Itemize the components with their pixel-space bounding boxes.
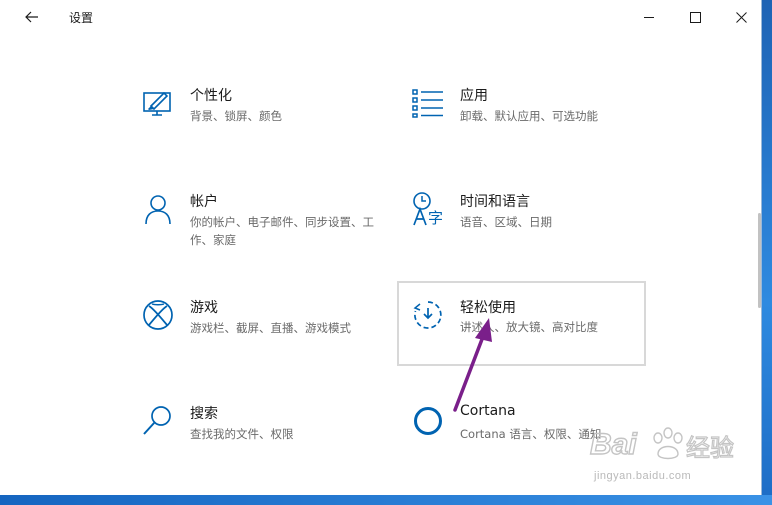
personalization-icon bbox=[140, 85, 176, 121]
settings-window: 设置 个性化 背景、锁屏、颜色 应用 卸载、默认应用、可选功能 帐户 你的帐户、… bbox=[0, 0, 762, 495]
category-description: Cortana 语言、权限、通知 bbox=[460, 427, 602, 441]
time-language-icon: 字 bbox=[410, 191, 446, 227]
ease-of-access-icon bbox=[410, 297, 446, 333]
category-description: 你的帐户、电子邮件、同步设置、工作、家庭 bbox=[190, 215, 374, 247]
category-gaming[interactable]: 游戏 游戏栏、截屏、直播、游戏模式 bbox=[140, 297, 388, 381]
category-apps[interactable]: 应用 卸载、默认应用、可选功能 bbox=[410, 85, 658, 169]
category-accounts[interactable]: 帐户 你的帐户、电子邮件、同步设置、工作、家庭 bbox=[140, 191, 388, 275]
search-icon bbox=[140, 403, 176, 439]
category-name: 轻松使用 bbox=[460, 300, 516, 316]
category-description: 查找我的文件、权限 bbox=[190, 427, 294, 441]
close-button[interactable] bbox=[718, 0, 764, 34]
window-title: 设置 bbox=[69, 11, 94, 25]
minimize-icon bbox=[643, 16, 654, 18]
category-name: 个性化 bbox=[190, 88, 232, 104]
taskbar-edge bbox=[0, 495, 772, 505]
desktop-background bbox=[762, 0, 772, 505]
scrollbar-thumb[interactable] bbox=[758, 213, 761, 308]
category-description: 背景、锁屏、颜色 bbox=[190, 109, 282, 123]
category-name: 时间和语言 bbox=[460, 194, 530, 210]
cortana-icon bbox=[410, 403, 446, 439]
category-description: 卸载、默认应用、可选功能 bbox=[460, 109, 598, 123]
category-name: 游戏 bbox=[190, 300, 218, 316]
apps-icon bbox=[410, 85, 446, 121]
close-icon bbox=[735, 11, 747, 23]
title-bar: 设置 bbox=[0, 0, 762, 34]
category-description: 语音、区域、日期 bbox=[460, 215, 552, 229]
category-name: Cortana bbox=[460, 403, 516, 419]
back-arrow-icon bbox=[25, 11, 38, 23]
maximize-button[interactable] bbox=[672, 0, 718, 34]
category-ease-of-access[interactable]: 轻松使用 讲述人、放大镜、高对比度 bbox=[397, 281, 646, 366]
category-cortana[interactable]: Cortana Cortana 语言、权限、通知 bbox=[410, 403, 658, 487]
minimize-button[interactable] bbox=[626, 0, 672, 34]
svg-text:字: 字 bbox=[428, 209, 443, 226]
category-name: 搜索 bbox=[190, 406, 218, 422]
maximize-icon bbox=[689, 11, 701, 23]
category-search[interactable]: 搜索 查找我的文件、权限 bbox=[140, 403, 388, 487]
xbox-icon bbox=[140, 297, 176, 333]
category-name: 应用 bbox=[460, 88, 488, 104]
back-button[interactable] bbox=[18, 5, 46, 29]
category-description: 游戏栏、截屏、直播、游戏模式 bbox=[190, 321, 351, 335]
category-personalization[interactable]: 个性化 背景、锁屏、颜色 bbox=[140, 85, 388, 169]
category-name: 帐户 bbox=[190, 194, 218, 210]
account-icon bbox=[140, 191, 176, 227]
category-description: 讲述人、放大镜、高对比度 bbox=[460, 320, 598, 334]
category-time-language[interactable]: 字 时间和语言 语音、区域、日期 bbox=[410, 191, 658, 275]
